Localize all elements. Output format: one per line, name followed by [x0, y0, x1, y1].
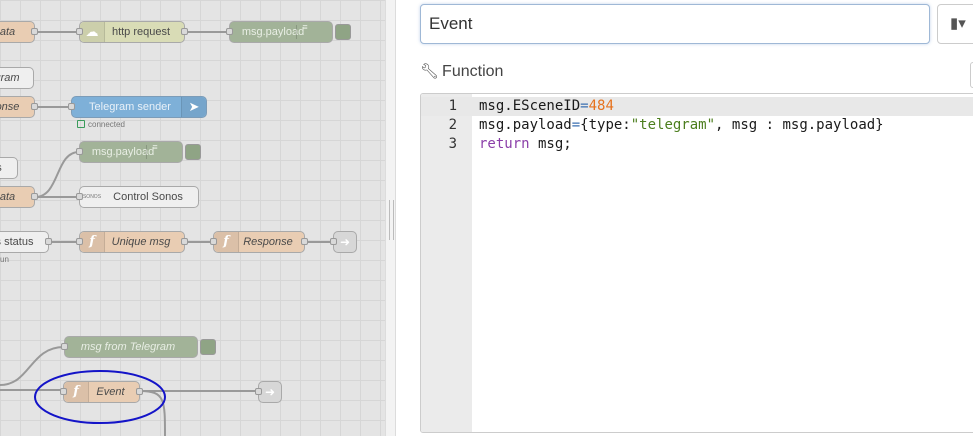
function-icon: f — [214, 232, 239, 252]
output-port[interactable] — [45, 238, 52, 245]
input-port[interactable] — [330, 238, 337, 245]
function-node-unique-msg[interactable]: f Unique msg — [76, 231, 188, 253]
node-label: ata — [0, 26, 16, 38]
wires-layer — [0, 31, 333, 436]
code-token: , msg : msg.payload} — [715, 117, 884, 133]
node-label: ata — [0, 191, 16, 203]
code-line[interactable]: 3 return msg; — [421, 135, 973, 154]
input-port[interactable] — [76, 28, 83, 35]
status-node[interactable]: s status — [0, 231, 52, 253]
function-icon: f — [80, 232, 105, 252]
output-port[interactable] — [301, 238, 308, 245]
code-token: {type: — [580, 117, 631, 133]
code-text[interactable]: msg.payload={type:"telegram", msg : msg.… — [479, 116, 884, 135]
code-token: = — [580, 98, 589, 114]
input-port[interactable] — [76, 148, 83, 155]
line-number: 1 — [448, 98, 457, 114]
node-status: un — [0, 255, 9, 264]
function-node-ata-2[interactable]: ata — [0, 186, 38, 208]
function-label: 🔧︎ Function — [420, 62, 503, 81]
output-port[interactable] — [181, 238, 188, 245]
debug-node-msg-payload[interactable]: msg.payload ≡ — [226, 21, 351, 43]
function-node-ata[interactable]: ata — [0, 21, 38, 43]
node-label: msg from Telegram — [80, 341, 176, 353]
code-text[interactable]: return msg; — [479, 135, 572, 154]
input-port[interactable] — [76, 238, 83, 245]
status-text: un — [0, 255, 9, 264]
node-label: http request — [111, 26, 171, 38]
list-icon: ≡ — [146, 143, 160, 159]
code-line[interactable]: 2 msg.payload={type:"telegram", msg : msg… — [421, 116, 973, 135]
code-text[interactable]: msg.ESceneID=484 — [479, 97, 614, 116]
input-port[interactable] — [76, 193, 83, 200]
node-label: Unique msg — [111, 236, 171, 248]
node-edit-panel: ▮▾ 🔧︎Function 1msg.ESceneID=4842msg.payl… — [396, 0, 973, 436]
function-node-response[interactable]: f Response — [210, 231, 308, 253]
node-label: Control Sonos — [113, 191, 183, 203]
link-arrow-icon: ➜ — [339, 235, 351, 249]
code-token: = — [571, 117, 581, 133]
node-icon-select-button[interactable]: ▮▾ — [937, 4, 973, 44]
line-number: 2 — [448, 117, 457, 133]
debug-toggle-button[interactable] — [185, 144, 201, 160]
link-out-node-2[interactable]: ➜ — [255, 381, 282, 403]
resize-grip-icon — [389, 200, 394, 240]
paper-plane-icon: ➤ — [181, 97, 206, 117]
node-name-input[interactable] — [420, 4, 930, 44]
status-text: connected — [88, 120, 125, 129]
code-token: msg.payload — [479, 117, 572, 133]
debug-node-msg-payload-2[interactable]: msg.payload ≡ — [76, 141, 201, 163]
link-out-node[interactable]: ➜ — [330, 231, 357, 253]
input-port[interactable] — [61, 343, 68, 350]
line-number: 3 — [448, 136, 457, 152]
function-icon: f — [64, 382, 89, 402]
function-node-onse[interactable]: onse — [0, 96, 38, 118]
globe-icon: ☁ — [80, 22, 105, 42]
panel-resize-handle[interactable] — [385, 0, 396, 436]
input-port[interactable] — [226, 28, 233, 35]
output-port[interactable] — [31, 28, 38, 35]
code-token: msg; — [529, 136, 572, 152]
sonos-icon: SONOS — [82, 194, 102, 200]
input-port[interactable] — [255, 388, 262, 395]
code-token: "telegram" — [630, 117, 716, 133]
node-s[interactable]: s — [0, 157, 18, 179]
wrench-icon: 🔧︎ — [420, 63, 440, 80]
node-label: s — [0, 158, 2, 178]
code-token: msg.ESceneID — [479, 98, 581, 114]
output-port[interactable] — [31, 103, 38, 110]
status-dot-icon — [77, 120, 85, 128]
control-sonos-node[interactable]: SONOS Control Sonos — [76, 186, 199, 208]
flow-canvas[interactable]: ata ☁ http request msg.payload ≡ gram on… — [0, 0, 385, 436]
code-token: return — [479, 136, 530, 152]
function-label-text: Function — [442, 63, 504, 80]
telegram-sender-node[interactable]: Telegram sender ➤ — [68, 96, 207, 118]
book-icon: ▮▾ — [950, 15, 966, 32]
node-label: gram — [0, 72, 20, 84]
list-icon: ≡ — [296, 23, 310, 39]
wire — [34, 151, 80, 198]
comment-node-gram[interactable]: gram — [0, 67, 34, 89]
output-port[interactable] — [31, 193, 38, 200]
output-port[interactable] — [136, 388, 143, 395]
input-port[interactable] — [60, 388, 67, 395]
http-request-node[interactable]: ☁ http request — [76, 21, 188, 43]
function-node-event[interactable]: f Event — [60, 381, 143, 403]
code-editor[interactable]: 1 msg.ESceneID=484 2 msg.payload={type:"tel… — [420, 93, 973, 433]
link-arrow-icon: ➜ — [264, 385, 276, 399]
node-status: connected — [77, 120, 125, 129]
code-line[interactable]: 1 msg.ESceneID=484 — [421, 97, 973, 116]
debug-toggle-button[interactable] — [335, 24, 351, 40]
node-label: onse — [0, 101, 20, 113]
output-port[interactable] — [181, 28, 188, 35]
code-token: 484 — [588, 98, 614, 114]
node-label: Telegram sender — [89, 101, 171, 113]
debug-toggle-button[interactable] — [200, 339, 216, 355]
input-port[interactable] — [210, 238, 217, 245]
input-port[interactable] — [68, 103, 75, 110]
node-label: s status — [0, 236, 34, 248]
debug-node-msg-from-telegram[interactable]: msg from Telegram — [61, 336, 216, 358]
